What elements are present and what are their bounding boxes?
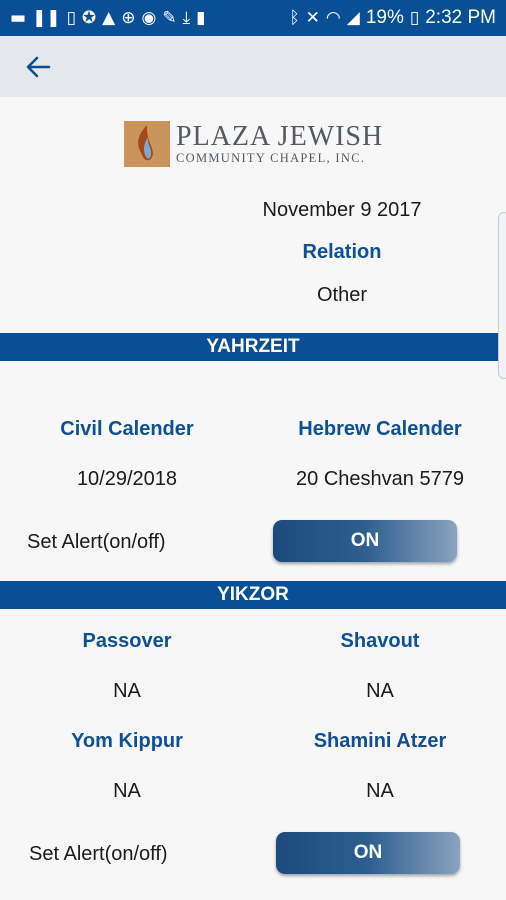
date-text: November 9 2017 xyxy=(262,199,422,221)
battery-saver-icon: ▮ xyxy=(196,8,206,28)
bluetooth-icon: ᛒ xyxy=(289,8,300,28)
yikzor-alert-label: Set Alert(on/off) xyxy=(29,843,168,865)
shavout-value: NA xyxy=(366,680,394,702)
passover-value: NA xyxy=(113,680,141,702)
system-icons: ᛒ ✕ ◠ ◢ 19% ▯ 2:32 PM xyxy=(289,7,506,29)
yahrzeit-alert-label: Set Alert(on/off) xyxy=(27,531,166,553)
back-button[interactable] xyxy=(22,52,54,82)
yikzor-alert-toggle[interactable]: ON xyxy=(276,832,460,874)
scrollbar[interactable] xyxy=(498,212,506,379)
relation-value: Other xyxy=(316,284,368,306)
edit-icon: ✎ xyxy=(162,8,177,28)
warning-icon: ▲ xyxy=(102,8,116,28)
chat-icon: ▬ xyxy=(10,8,27,28)
shamini-atzer-label: Shamini Atzer xyxy=(313,730,447,752)
yom-kippur-label: Yom Kippur xyxy=(71,730,183,752)
shamini-atzer-value: NA xyxy=(366,780,394,802)
clock: 2:32 PM xyxy=(425,7,496,28)
settings-icon: ◉ xyxy=(141,8,157,28)
relation-label: Relation xyxy=(302,241,382,263)
logo: PLAZA JEWISH COMMUNITY CHAPEL, INC. xyxy=(124,120,386,168)
app-bar xyxy=(0,36,506,97)
yom-kippur-value: NA xyxy=(113,780,141,802)
wifi-icon: ◠ xyxy=(325,8,341,28)
logo-line-1: PLAZA JEWISH xyxy=(176,121,384,153)
logo-text: PLAZA JEWISH COMMUNITY CHAPEL, INC. xyxy=(176,123,383,165)
signal-icon: ◢ xyxy=(346,8,360,28)
yikzor-header: YIKZOR xyxy=(0,581,506,609)
hebrew-date-value: 20 Cheshvan 5779 xyxy=(296,468,464,490)
civil-calendar-label: Civil Calender xyxy=(60,418,194,440)
yahrzeit-alert-toggle[interactable]: ON xyxy=(273,520,457,562)
pause-icon: ❚❚ xyxy=(32,8,61,28)
star-icon: ✪ xyxy=(81,8,97,28)
plus-icon: ⊕ xyxy=(121,8,136,28)
hebrew-calendar-label: Hebrew Calender xyxy=(298,418,462,440)
flame-logo-icon xyxy=(124,121,170,167)
battery-percent: 19% xyxy=(365,7,404,28)
battery-icon: ▯ xyxy=(409,8,420,28)
back-arrow-icon xyxy=(26,56,51,78)
shavout-label: Shavout xyxy=(340,630,420,652)
mute-icon: ✕ xyxy=(305,8,320,28)
phone-icon: ▯ xyxy=(66,8,76,28)
status-bar: ▬ ❚❚ ▯ ✪ ▲ ⊕ ◉ ✎ ⤓ ▮ ᛒ ✕ ◠ ◢ 19% ▯ 2:32 … xyxy=(0,0,506,36)
yahrzeit-header: YAHRZEIT xyxy=(0,333,506,361)
notification-icons: ▬ ❚❚ ▯ ✪ ▲ ⊕ ◉ ✎ ⤓ ▮ xyxy=(0,8,205,28)
civil-date-value: 10/29/2018 xyxy=(76,468,178,490)
download-icon: ⤓ xyxy=(182,8,191,28)
logo-line-2: COMMUNITY CHAPEL, INC. xyxy=(176,151,366,166)
passover-label: Passover xyxy=(82,630,172,652)
